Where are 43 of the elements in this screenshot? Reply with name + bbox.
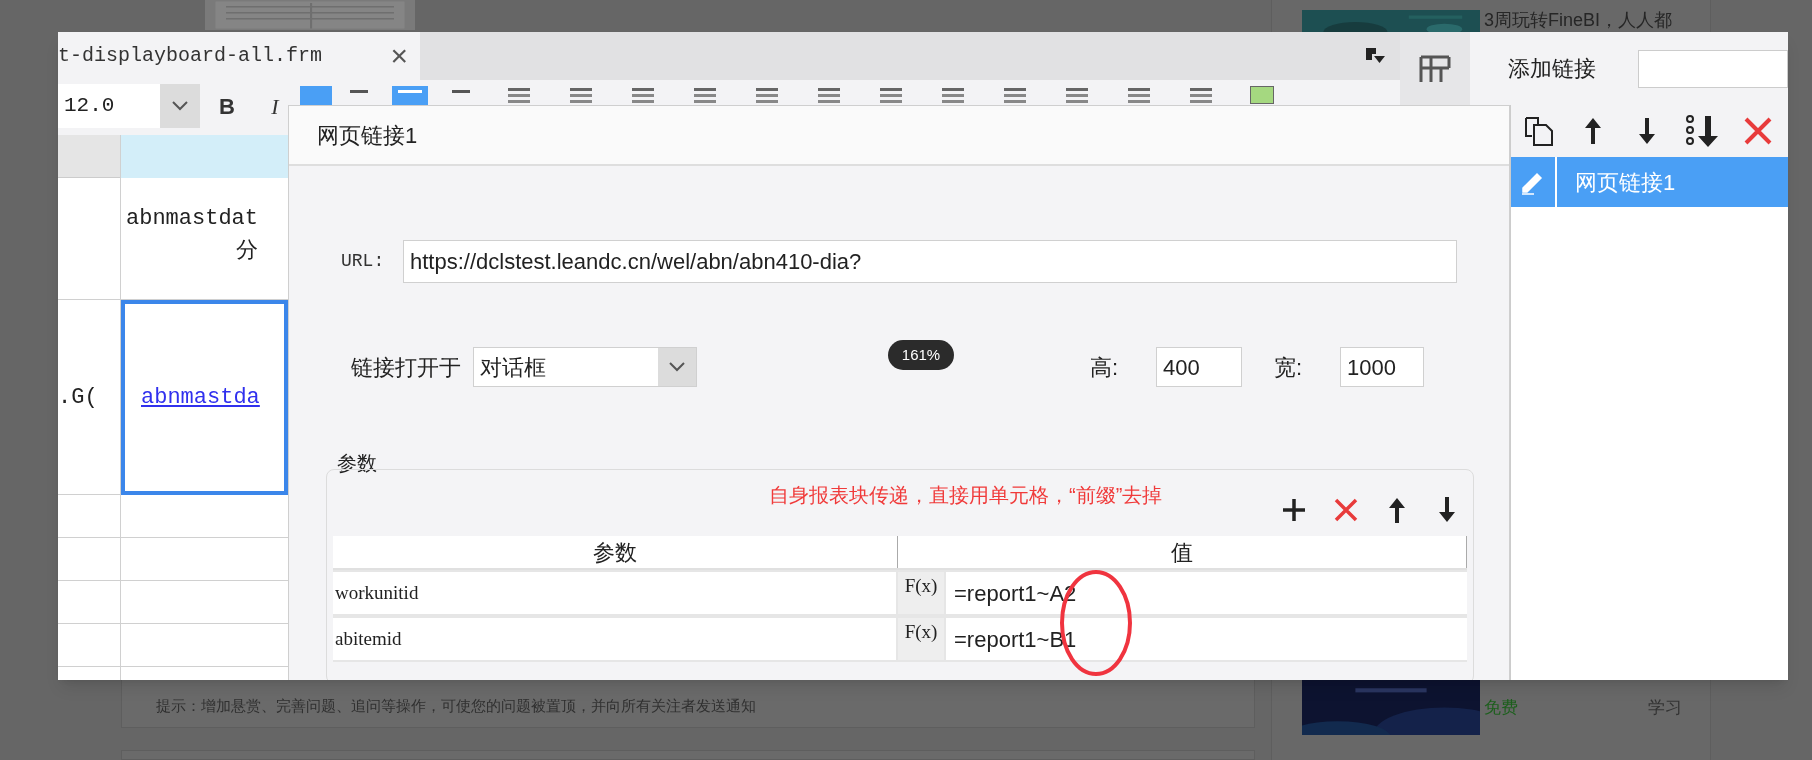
input-field[interactable] [1638,49,1788,88]
width-field[interactable]: 1000 [1340,347,1424,387]
formula-button[interactable]: F(x) [898,618,944,660]
dialog-title: 网页链接1 [317,121,418,150]
panel-title: 添加链接 [1508,55,1596,83]
selected-cell[interactable]: abnmastda [121,300,288,495]
italic-button[interactable]: I [260,89,290,123]
url-label: URL: [341,250,386,273]
file-tab[interactable]: t-displayboard-all.frm × [58,32,420,80]
param-name-cell[interactable]: abitemid [333,618,896,660]
price-label: 免费 [1484,696,1518,719]
annotation-note: 自身报表块传递，直接用单元格，“前缀”去掉 [769,483,1163,508]
column-header: 值 [898,536,1467,568]
cell-text: 分 [236,238,259,266]
url-field[interactable]: https://dclstest.leandc.cn/wel/abn/abn410-dia? [403,240,1457,283]
cell-text: abnmastdat [126,205,260,233]
delete-icon[interactable] [1743,116,1773,146]
copy-icon[interactable] [1523,115,1555,147]
color-fill-icon[interactable] [1250,86,1274,104]
open-in-select[interactable]: 对话框 [473,347,697,387]
bold-button[interactable]: B [212,89,242,123]
cell-text: .G( [58,383,98,412]
font-size-dropdown[interactable] [160,84,200,128]
chevron-down-icon [669,362,685,372]
column-header: 参数 [333,536,898,568]
font-size-field[interactable]: 12.0 [58,84,160,128]
align-center-button[interactable] [392,86,428,105]
add-icon[interactable] [1281,497,1307,523]
height-field[interactable]: 400 [1156,347,1242,387]
formula-button[interactable]: F(x) [898,572,944,614]
sort-down-icon[interactable] [1685,114,1721,148]
zoom-badge: 161% [888,340,954,370]
dropdown-icon[interactable] [1364,46,1386,66]
chevron-down-icon [172,101,188,111]
delete-icon[interactable] [1333,497,1359,523]
open-in-label: 链接打开于 [351,353,461,382]
close-button[interactable]: × [390,41,408,71]
cell-link[interactable]: abnmastda [141,381,260,414]
width-label: 宽: [1274,353,1304,382]
param-name-cell[interactable]: workunitid [333,572,896,614]
layout-icon[interactable] [1419,53,1451,84]
height-label: 高: [1090,353,1120,382]
params-legend: 参数 [337,453,1509,473]
